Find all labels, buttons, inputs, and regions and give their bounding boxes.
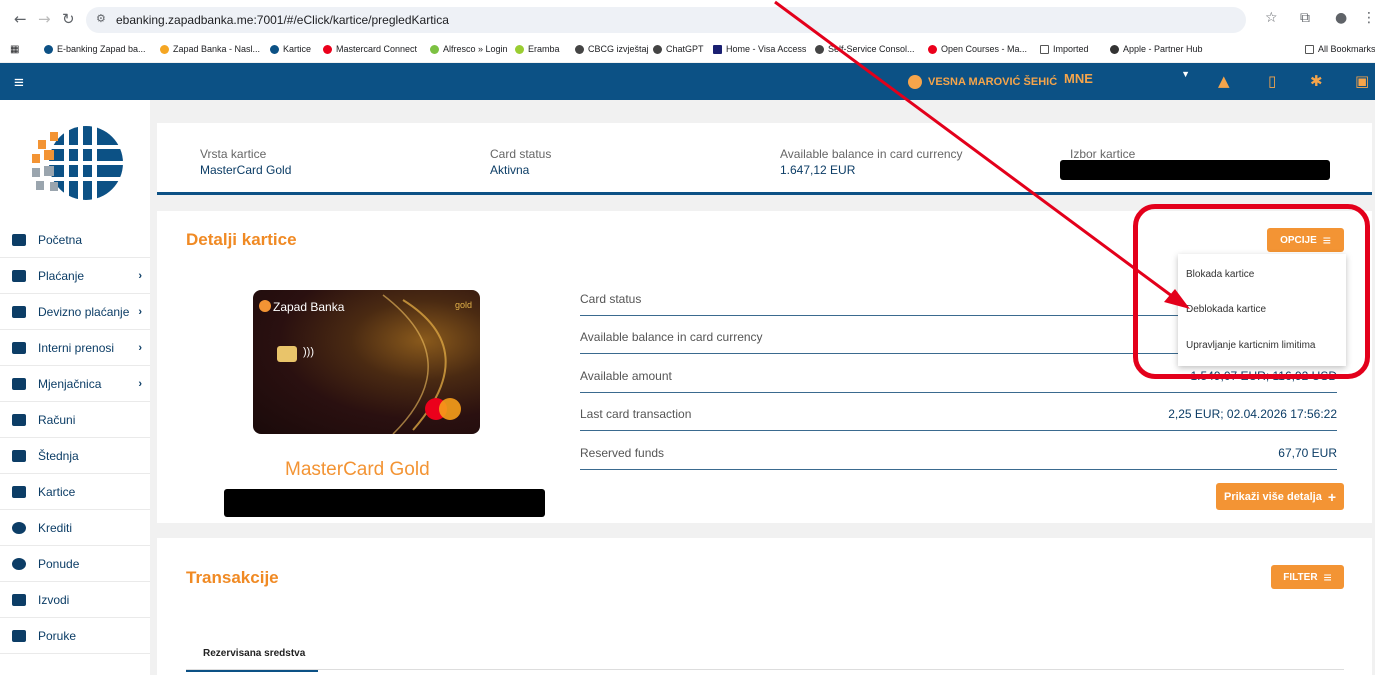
annotation-arrow bbox=[774, 0, 1190, 309]
